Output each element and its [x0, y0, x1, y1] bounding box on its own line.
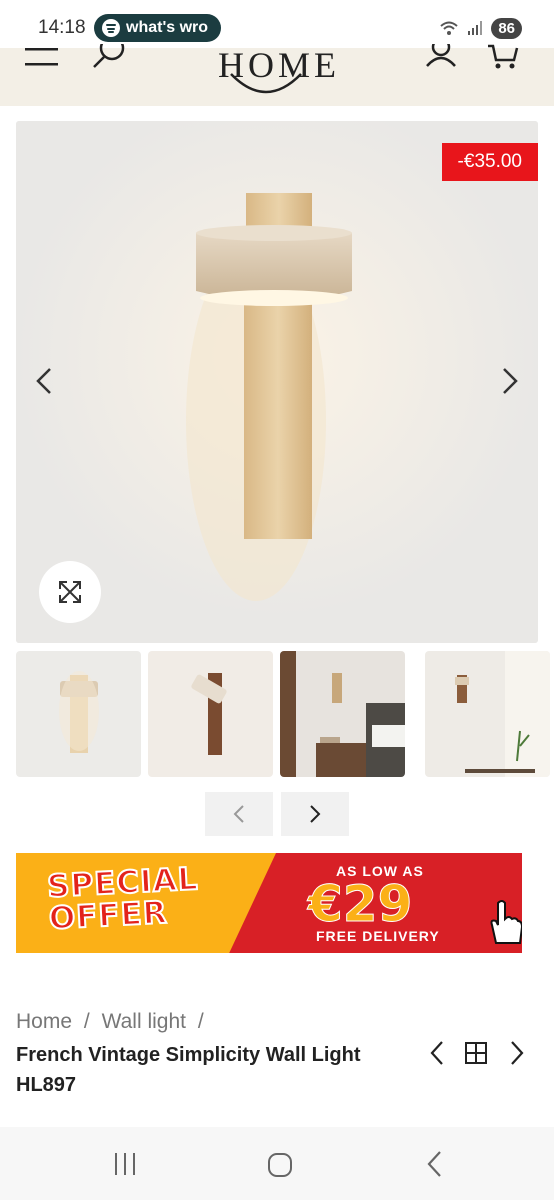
- signal-icon: [468, 21, 483, 35]
- logo-swoosh: [230, 73, 302, 94]
- breadcrumb-home[interactable]: Home: [16, 1010, 72, 1033]
- menu-icon[interactable]: [25, 48, 59, 70]
- back-icon[interactable]: [422, 1149, 448, 1179]
- thumbnail-prev-button[interactable]: [205, 792, 273, 836]
- chevron-left-icon: [233, 805, 244, 823]
- banner-headline: SPECIAL OFFER: [45, 860, 200, 938]
- site-header: HOME: [0, 44, 554, 106]
- home-icon[interactable]: [266, 1151, 294, 1179]
- next-product-icon[interactable]: [504, 1038, 530, 1068]
- account-icon[interactable]: [424, 44, 458, 70]
- expand-icon: [59, 581, 81, 603]
- thumbnail-3[interactable]: [280, 651, 405, 777]
- thumbnail-2[interactable]: [148, 651, 273, 777]
- breadcrumb-category[interactable]: Wall light: [102, 1010, 186, 1033]
- pointer-hand-icon: [490, 900, 522, 944]
- wifi-icon: [440, 21, 458, 35]
- prev-product-icon[interactable]: [424, 1038, 450, 1068]
- thumbnail-4[interactable]: [425, 651, 550, 777]
- recent-apps-icon[interactable]: [112, 1151, 138, 1177]
- product-main-image[interactable]: -€35.00: [16, 121, 538, 643]
- product-navigation: [424, 1038, 534, 1068]
- cart-icon[interactable]: [486, 44, 520, 72]
- media-title: what's wro: [126, 19, 209, 36]
- zoom-button[interactable]: [39, 561, 101, 623]
- status-time: 14:18: [38, 17, 86, 38]
- system-nav-bar: [0, 1127, 554, 1200]
- breadcrumb-separator: /: [83, 1010, 90, 1033]
- system-icons: 86: [439, 16, 522, 40]
- banner-subtext: FREE DELIVERY: [316, 928, 440, 944]
- grid-icon[interactable]: [464, 1041, 488, 1065]
- media-playing-pill[interactable]: what's wro: [94, 14, 221, 42]
- chevron-right-icon: [310, 805, 321, 823]
- breadcrumb-separator: /: [197, 1010, 204, 1033]
- thumbnail-strip: [16, 651, 554, 777]
- gallery-next-icon[interactable]: [494, 366, 524, 396]
- promo-banner[interactable]: SPECIAL OFFER AS LOW AS €29 FREE DELIVER…: [16, 853, 522, 953]
- breadcrumb: Home / Wall light /: [16, 1010, 210, 1034]
- search-icon[interactable]: [90, 44, 130, 72]
- status-bar: 14:18 what's wro 86: [0, 0, 554, 48]
- battery-indicator: 86: [491, 17, 522, 39]
- gallery-prev-icon[interactable]: [30, 366, 60, 396]
- spotify-icon: [102, 19, 120, 37]
- banner-price: €29: [307, 875, 413, 934]
- product-title: French Vintage Simplicity Wall Light HL8…: [16, 1044, 361, 1096]
- thumbnail-1[interactable]: [16, 651, 141, 777]
- thumbnail-next-button[interactable]: [281, 792, 349, 836]
- discount-badge: -€35.00: [441, 143, 538, 181]
